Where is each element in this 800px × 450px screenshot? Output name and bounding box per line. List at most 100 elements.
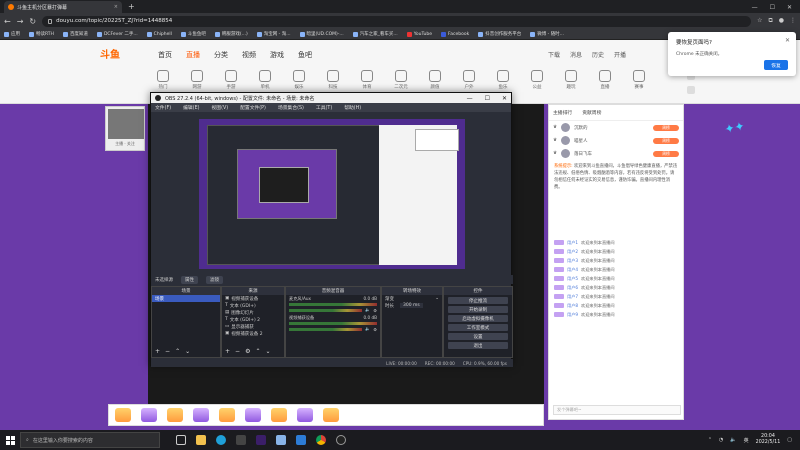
chat-input[interactable]: 发个弹幕吧~ — [553, 405, 681, 415]
category-item[interactable]: 颜值 — [424, 70, 446, 90]
category-item[interactable]: 网游 — [186, 70, 208, 90]
start-button[interactable] — [0, 430, 20, 450]
nav-live[interactable]: 直播 — [186, 50, 200, 60]
history-link[interactable]: 历史 — [592, 50, 604, 59]
profile-icon[interactable]: ● — [779, 17, 784, 25]
minimize-icon[interactable]: — — [752, 4, 758, 11]
new-tab-icon[interactable]: + — [128, 2, 135, 11]
menu-icon[interactable]: ⋮ — [790, 17, 796, 25]
obs-menu-tools[interactable]: 工具(T) — [316, 104, 332, 111]
obs-preview[interactable] — [199, 119, 465, 269]
source-item[interactable]: T 文本 (GDI+) — [222, 302, 284, 309]
gift-icon[interactable] — [323, 408, 339, 422]
category-item[interactable]: 体育 — [356, 70, 378, 90]
add-icon[interactable]: + — [155, 348, 160, 355]
gear-icon[interactable]: ⚙ — [373, 327, 377, 332]
source-item[interactable]: ▣ 视频捕获设备 — [222, 295, 284, 302]
network-icon[interactable]: ◔ — [719, 437, 723, 443]
gift-icon[interactable] — [219, 408, 235, 422]
go-live-link[interactable]: 开播 — [614, 50, 626, 59]
close-icon[interactable]: ✕ — [785, 37, 790, 44]
taskbar-clock[interactable]: 20:04 2022/5/11 — [756, 434, 781, 446]
bookmark-item[interactable]: 微博 - 随时... — [530, 31, 564, 37]
back-icon[interactable]: ← — [4, 17, 11, 26]
volume-icon[interactable]: 🔈 — [730, 437, 736, 443]
star-icon[interactable]: ☆ — [757, 17, 762, 25]
anchor-card[interactable]: 主播 · 关注 — [105, 106, 145, 151]
bookmark-item[interactable]: 斗鱼鱼吧 — [180, 31, 206, 37]
bookmark-item[interactable]: 应用 — [4, 31, 20, 37]
gift-icon[interactable] — [245, 408, 261, 422]
obs-titlebar[interactable]: OBS 27.2.4 (64-bit, windows) - 配置文件: 未命名… — [151, 93, 511, 103]
bookmark-item[interactable]: Chiphell — [146, 31, 172, 37]
bookmark-item[interactable]: Facebook — [441, 31, 469, 37]
add-icon[interactable]: + — [225, 348, 230, 355]
bookmark-item[interactable]: 淘宝网 - 淘... — [256, 31, 291, 37]
douyu-logo[interactable]: 斗鱼 — [100, 46, 136, 64]
obs-menu-file[interactable]: 文件(F) — [155, 104, 171, 111]
rank-row[interactable]: ♛ 沉默的 周榜 — [549, 121, 683, 134]
category-item[interactable]: 科技 — [322, 70, 344, 90]
source-item[interactable]: ▤ 图像幻灯片 — [222, 309, 284, 316]
obs-close-icon[interactable]: ✕ — [502, 95, 507, 102]
speaker-icon[interactable]: 🔈 — [365, 326, 370, 332]
gift-icon[interactable] — [115, 408, 131, 422]
bookmark-item[interactable]: 畅读RTH — [29, 31, 54, 37]
download-link[interactable]: 下载 — [548, 50, 560, 59]
notifications-icon[interactable]: ▢ — [787, 437, 792, 443]
category-item[interactable]: 户外 — [458, 70, 480, 90]
bookmark-item[interactable]: 抖音创作服务平台 — [478, 31, 521, 37]
virtual-camera-button[interactable]: 启动虚拟摄像机 — [448, 315, 508, 322]
obs-icon[interactable] — [336, 435, 346, 445]
reload-icon[interactable]: ↻ — [29, 17, 36, 26]
scene-item[interactable]: 场景 — [152, 295, 220, 302]
down-icon[interactable]: ⌄ — [265, 348, 270, 355]
bookmark-item[interactable]: 百度知道 — [62, 31, 88, 37]
source-item[interactable]: T 文本 (GDI+) 2 — [222, 316, 284, 323]
gift-icon[interactable] — [193, 408, 209, 422]
duration-input[interactable]: 300 ms — [400, 303, 423, 308]
bookmark-item[interactable]: 暗里(UD.COM)-... — [299, 31, 344, 37]
volume-slider[interactable] — [289, 308, 363, 312]
bookmark-item[interactable]: 汽车之家_看车买... — [352, 31, 398, 37]
category-item[interactable]: 赛事 — [628, 70, 650, 90]
speaker-icon[interactable]: 🔈 — [365, 307, 370, 313]
properties-button[interactable]: 属性 — [181, 275, 198, 284]
obs-menu-scenes[interactable]: 场景集合(S) — [278, 104, 304, 111]
remove-icon[interactable]: − — [235, 348, 240, 355]
close-window-icon[interactable]: ✕ — [787, 4, 792, 11]
studio-mode-button[interactable]: 工作室模式 — [448, 324, 508, 331]
gear-icon[interactable]: ⚙ — [245, 348, 250, 355]
obs-minimize-icon[interactable]: — — [467, 95, 473, 102]
taskbar-search[interactable]: ⌕ 在这里输入你要搜索的内容 — [20, 432, 160, 448]
input-language[interactable]: 英 — [744, 437, 749, 444]
category-item[interactable]: 手游 — [220, 70, 242, 90]
category-item[interactable]: 单机 — [254, 70, 276, 90]
nav-fishbar[interactable]: 鱼吧 — [298, 50, 312, 60]
back-to-top-icon[interactable] — [687, 86, 695, 94]
filters-button[interactable]: 滤镜 — [206, 275, 223, 284]
chrome-icon[interactable] — [316, 435, 326, 445]
remove-icon[interactable]: − — [165, 348, 170, 355]
rank-row[interactable]: ♛ 喵星人 周榜 — [549, 134, 683, 147]
category-item[interactable]: 娱乐 — [288, 70, 310, 90]
bookmark-item[interactable]: YouTube — [406, 31, 432, 37]
gift-icon[interactable] — [141, 408, 157, 422]
nav-video[interactable]: 视频 — [242, 50, 256, 60]
gift-icon[interactable] — [297, 408, 313, 422]
up-icon[interactable]: ⌃ — [255, 348, 260, 355]
source-item[interactable]: ▣ 视频捕获设备 2 — [222, 330, 284, 337]
gift-icon[interactable] — [271, 408, 287, 422]
exit-button[interactable]: 退出 — [448, 342, 508, 349]
task-view-icon[interactable] — [176, 435, 186, 445]
notepad-icon[interactable] — [276, 435, 286, 445]
volume-slider[interactable] — [289, 327, 363, 331]
forward-icon[interactable]: → — [17, 17, 24, 26]
mail-icon[interactable] — [296, 435, 306, 445]
start-recording-button[interactable]: 开始录制 — [448, 306, 508, 313]
rank-row[interactable]: ♛ 落日飞车 周榜 — [549, 147, 683, 160]
bookmark-item[interactable]: 韩服游戏(...) — [214, 31, 248, 37]
store-icon[interactable] — [236, 435, 246, 445]
edge-icon[interactable] — [216, 435, 226, 445]
browser-tab[interactable]: 斗鱼主机分区暴打弹幕 × — [4, 1, 122, 13]
